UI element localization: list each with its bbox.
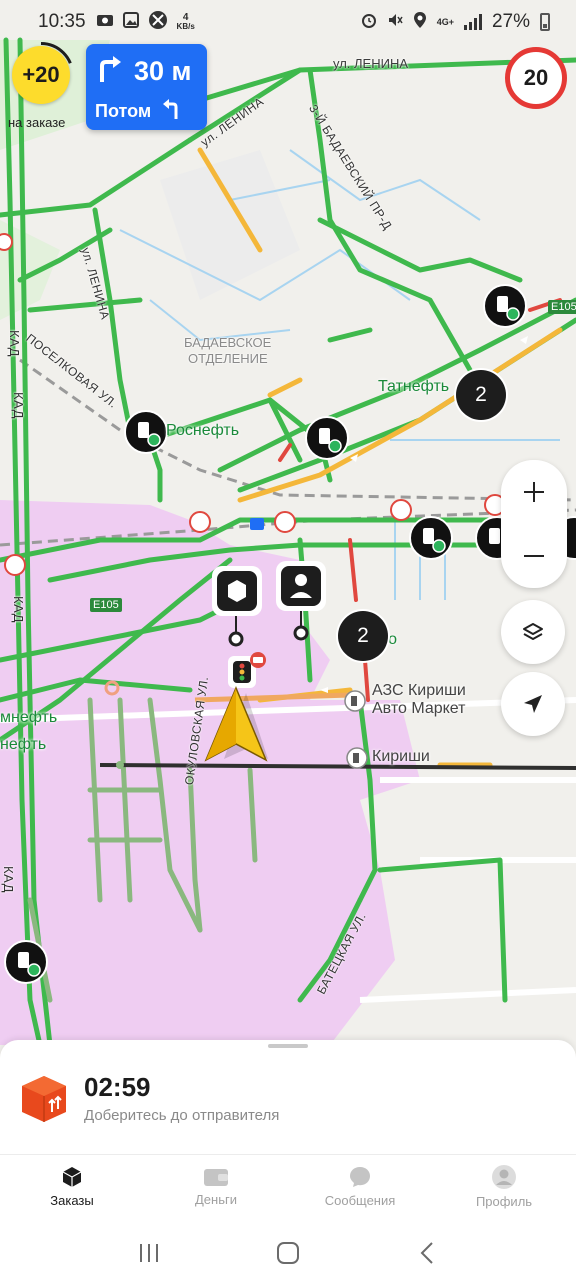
minus-icon: [524, 555, 544, 557]
layers-button[interactable]: [501, 600, 565, 664]
poi-label-rosneft[interactable]: Роснефть: [166, 422, 239, 440]
chat-icon: [350, 1166, 370, 1187]
box-icon: [62, 1166, 82, 1187]
home-button[interactable]: [268, 1233, 308, 1273]
district-label-line2: ОТДЕЛЕНИЕ: [188, 351, 268, 366]
home-icon: [276, 1242, 299, 1264]
poi-label-mneft[interactable]: мнефть: [0, 709, 57, 727]
battery-percent: 27%: [491, 11, 530, 32]
my-location-button[interactable]: [501, 672, 565, 736]
cluster-marker[interactable]: 2: [456, 370, 506, 420]
road-label-kad-2: КАД: [11, 392, 26, 419]
road-label-e105-right: E105: [548, 300, 576, 314]
order-timer: 02:59: [84, 1072, 151, 1102]
net-speed-value: 4: [182, 12, 189, 23]
maneuver-then-label: Потом: [95, 101, 152, 121]
system-nav-bar: [0, 1226, 576, 1280]
app-icon: [148, 10, 168, 35]
battery-icon: [540, 13, 550, 31]
screen: ул. ЛЕНИНА ул. ЛЕНИНА ул. ЛЕНИНА 3-Й БАД…: [0, 0, 576, 1280]
status-system-icons: 4G+ 27%: [361, 11, 550, 34]
poi-label-neft[interactable]: нефть: [0, 736, 46, 754]
tab-orders-label: Заказы: [50, 1192, 94, 1208]
map[interactable]: ул. ЛЕНИНА ул. ЛЕНИНА ул. ЛЕНИНА 3-Й БАД…: [0, 0, 576, 1060]
location-icon: [413, 11, 427, 34]
bonus-label: на заказе: [8, 115, 66, 130]
status-notification-icons: 4 KB/s: [96, 10, 195, 35]
gallery-icon: [122, 11, 139, 33]
road-label-kad-4: КАД: [1, 866, 16, 893]
signal-icon: [463, 14, 482, 30]
recent-apps-button[interactable]: [129, 1233, 169, 1273]
tab-messages[interactable]: Сообщения: [288, 1158, 432, 1214]
tab-money-label: Деньги: [195, 1191, 237, 1207]
alarm-icon: [361, 12, 377, 33]
turn-right-icon: [96, 54, 124, 89]
poi-label-azs-line2[interactable]: Авто Маркет: [372, 700, 466, 718]
wallet-icon: [204, 1168, 228, 1186]
sheet-grabber[interactable]: [268, 1044, 308, 1048]
turn-left-icon: [161, 98, 181, 125]
avatar-icon: [492, 1164, 516, 1189]
poi-label-azs-line1[interactable]: АЗС Кириши: [372, 682, 466, 700]
back-button[interactable]: [407, 1233, 447, 1273]
bottom-sheet[interactable]: 02:59 Доберитесь до отправителя Заказы Д…: [0, 1040, 576, 1280]
divider: [0, 1154, 576, 1155]
tab-profile[interactable]: Профиль: [432, 1158, 576, 1214]
tab-money[interactable]: Деньги: [144, 1158, 288, 1214]
district-label-line1: БАДАЕВСКОЕ: [184, 335, 272, 350]
status-bar: 10:35 4 KB/s 4G+ 27%: [0, 0, 576, 44]
tab-orders[interactable]: Заказы: [0, 1158, 144, 1214]
road-label-kad-1: КАД: [7, 330, 22, 357]
net-speed: 4 KB/s: [176, 12, 195, 32]
camera-switch-icon: [96, 13, 114, 32]
parcel-icon: [16, 1070, 72, 1126]
maneuver-distance: 30 м: [134, 56, 192, 86]
order-card[interactable]: 02:59 Доберитесь до отправителя: [16, 1070, 279, 1126]
tab-messages-label: Сообщения: [324, 1192, 396, 1208]
net-speed-unit: KB/s: [176, 22, 195, 31]
street-label-lenina-top: ул. ЛЕНИНА: [333, 56, 409, 71]
network-type: 4G+: [436, 17, 454, 27]
bonus-badge[interactable]: +20: [12, 46, 70, 104]
tab-bar: Заказы Деньги Сообщения Профиль: [0, 1158, 576, 1214]
cluster-marker[interactable]: 2: [338, 611, 388, 661]
road-label-e105-left: E105: [90, 598, 122, 612]
zoom-in-button[interactable]: [501, 460, 567, 524]
tab-profile-label: Профиль: [475, 1193, 533, 1209]
status-time: 10:35: [38, 11, 86, 32]
road-label-kad-3: КАД: [11, 596, 26, 623]
poi-label-tatneft[interactable]: Татнефть: [378, 378, 449, 396]
speed-limit-sign: 20: [505, 47, 567, 109]
map-canvas[interactable]: [0, 0, 576, 1060]
recents-icon: [140, 1244, 159, 1262]
layers-icon: [523, 623, 543, 640]
back-icon: [420, 1242, 433, 1264]
order-hint: Доберитесь до отправителя: [84, 1107, 280, 1124]
plus-icon: [524, 482, 544, 502]
poi-label-kirishi[interactable]: Кириши: [372, 748, 430, 766]
zoom-controls: [501, 460, 567, 588]
zoom-out-button[interactable]: [501, 524, 567, 588]
navigation-arrow-icon: [524, 695, 542, 713]
maneuver-card[interactable]: 30 м Потом: [86, 44, 207, 130]
mute-icon: [387, 12, 403, 33]
